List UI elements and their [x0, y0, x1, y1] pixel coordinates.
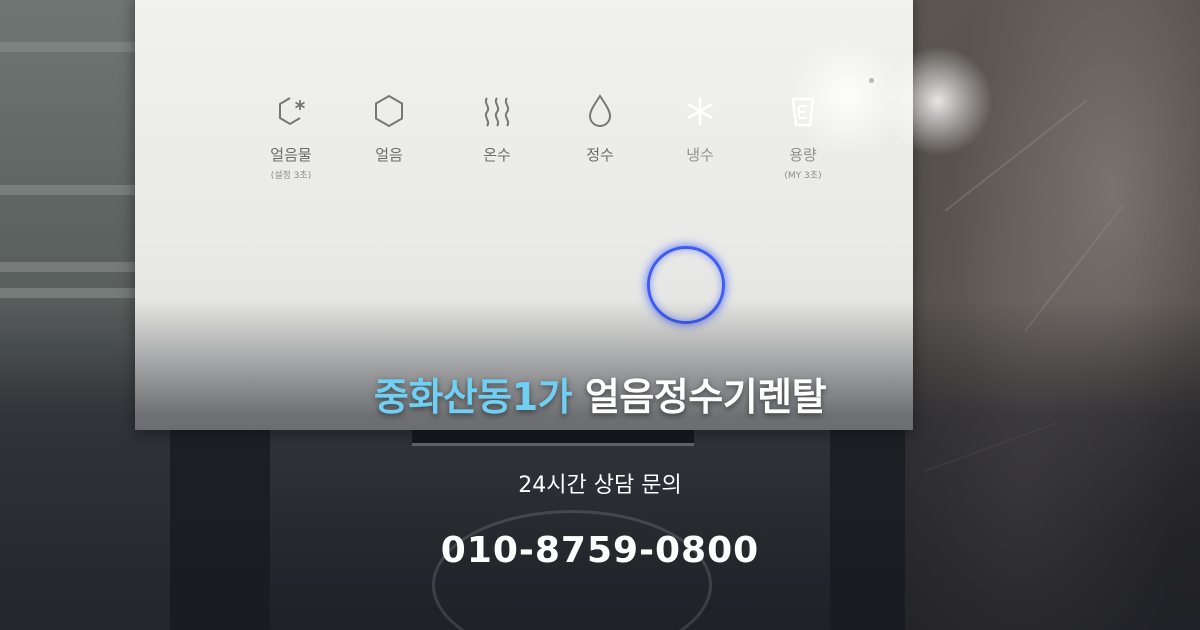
- text-backdrop-gradient: [0, 300, 1200, 630]
- headline-location: 중화산동1가: [373, 375, 573, 419]
- cold-water-label: 냉수: [686, 146, 714, 164]
- cold-snowflake-icon: [679, 90, 721, 136]
- ice-label: 얼음: [375, 146, 403, 164]
- ice-water-label: 얼음물: [270, 146, 312, 164]
- indicator-dot: [869, 78, 874, 83]
- hot-water-button[interactable]: 온수: [452, 90, 542, 165]
- volume-button-glow: [883, 46, 993, 156]
- ice-water-sub-label: (설정 3초): [270, 171, 312, 181]
- hot-water-label: 온수: [483, 146, 511, 164]
- water-drop-icon: [579, 90, 621, 136]
- cup-volume-icon: [782, 90, 824, 136]
- ice-button[interactable]: 얼음: [344, 90, 434, 165]
- hot-water-steam-icon: [476, 90, 518, 136]
- volume-button[interactable]: 용량 (MY 3초): [758, 90, 848, 181]
- photo-scene: 얼음물 (설정 3초) 얼음 온수 정수 냉수 용량 (MY 3초) 중화산동1…: [0, 0, 1200, 630]
- ice-water-icon: [270, 90, 312, 136]
- purified-water-button[interactable]: 정수: [555, 90, 645, 165]
- volume-sub-label: (MY 3초): [784, 171, 822, 181]
- purified-water-label: 정수: [586, 146, 614, 164]
- ice-water-button[interactable]: 얼음물 (설정 3초): [246, 90, 336, 181]
- headline-service: 얼음정수기렌탈: [584, 375, 827, 419]
- volume-label: 용량: [789, 146, 817, 164]
- phone-number[interactable]: 010-8759-0800: [0, 530, 1200, 571]
- ice-hexagon-icon: [368, 90, 410, 136]
- cold-water-button[interactable]: 냉수: [655, 90, 745, 165]
- consultation-subline: 24시간 상담 문의: [518, 473, 682, 498]
- headline: 중화산동1가 얼음정수기렌탈: [0, 366, 1200, 421]
